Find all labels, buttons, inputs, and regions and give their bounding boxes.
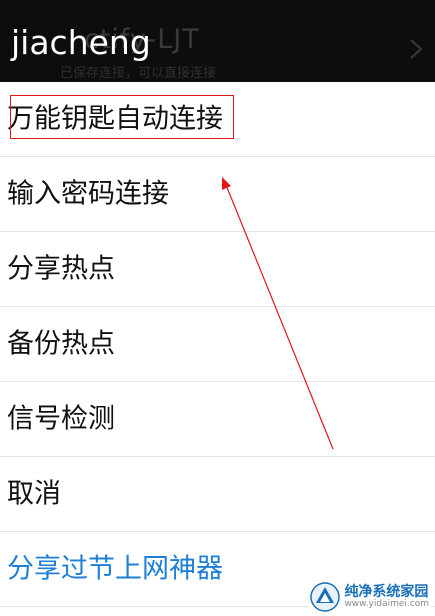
dialog-header: ctify-LJT 已保存连接，可以直接连接 jiacheng <box>0 0 435 82</box>
options-menu: 万能钥匙自动连接 输入密码连接 分享热点 备份热点 信号检测 取消 分享过节上网… <box>0 82 435 607</box>
annotation-highlight-box <box>10 95 234 139</box>
dialog-title: jiacheng <box>11 23 151 62</box>
menu-item-signal-test[interactable]: 信号检测 <box>0 382 435 457</box>
menu-item-label: 取消 <box>7 478 61 510</box>
menu-item-backup-hotspot[interactable]: 备份热点 <box>0 307 435 382</box>
menu-item-label: 输入密码连接 <box>7 178 169 210</box>
menu-item-label: 分享热点 <box>7 253 115 285</box>
site-watermark: 纯净系统家园 www.yidaimei.com <box>308 581 431 613</box>
menu-item-label: 信号检测 <box>7 403 115 435</box>
menu-item-cancel[interactable]: 取消 <box>0 457 435 532</box>
screen: ctify-LJT 已保存连接，可以直接连接 jiacheng 万能钥匙自动连接… <box>0 0 435 616</box>
watermark-text: 纯净系统家园 www.yidaimei.com <box>344 585 429 609</box>
chevron-right-icon <box>410 39 423 59</box>
menu-item-auto-connect[interactable]: 万能钥匙自动连接 <box>0 82 435 157</box>
menu-item-password-connect[interactable]: 输入密码连接 <box>0 157 435 232</box>
menu-item-label: 备份热点 <box>7 328 115 360</box>
menu-item-share-hotspot[interactable]: 分享热点 <box>0 232 435 307</box>
watermark-url: www.yidaimei.com <box>344 598 429 609</box>
background-network-status: 已保存连接，可以直接连接 <box>60 66 217 81</box>
watermark-logo-icon <box>310 582 341 612</box>
menu-item-label: 分享过节上网神器 <box>7 553 223 585</box>
watermark-name: 纯净系统家园 <box>344 583 429 600</box>
